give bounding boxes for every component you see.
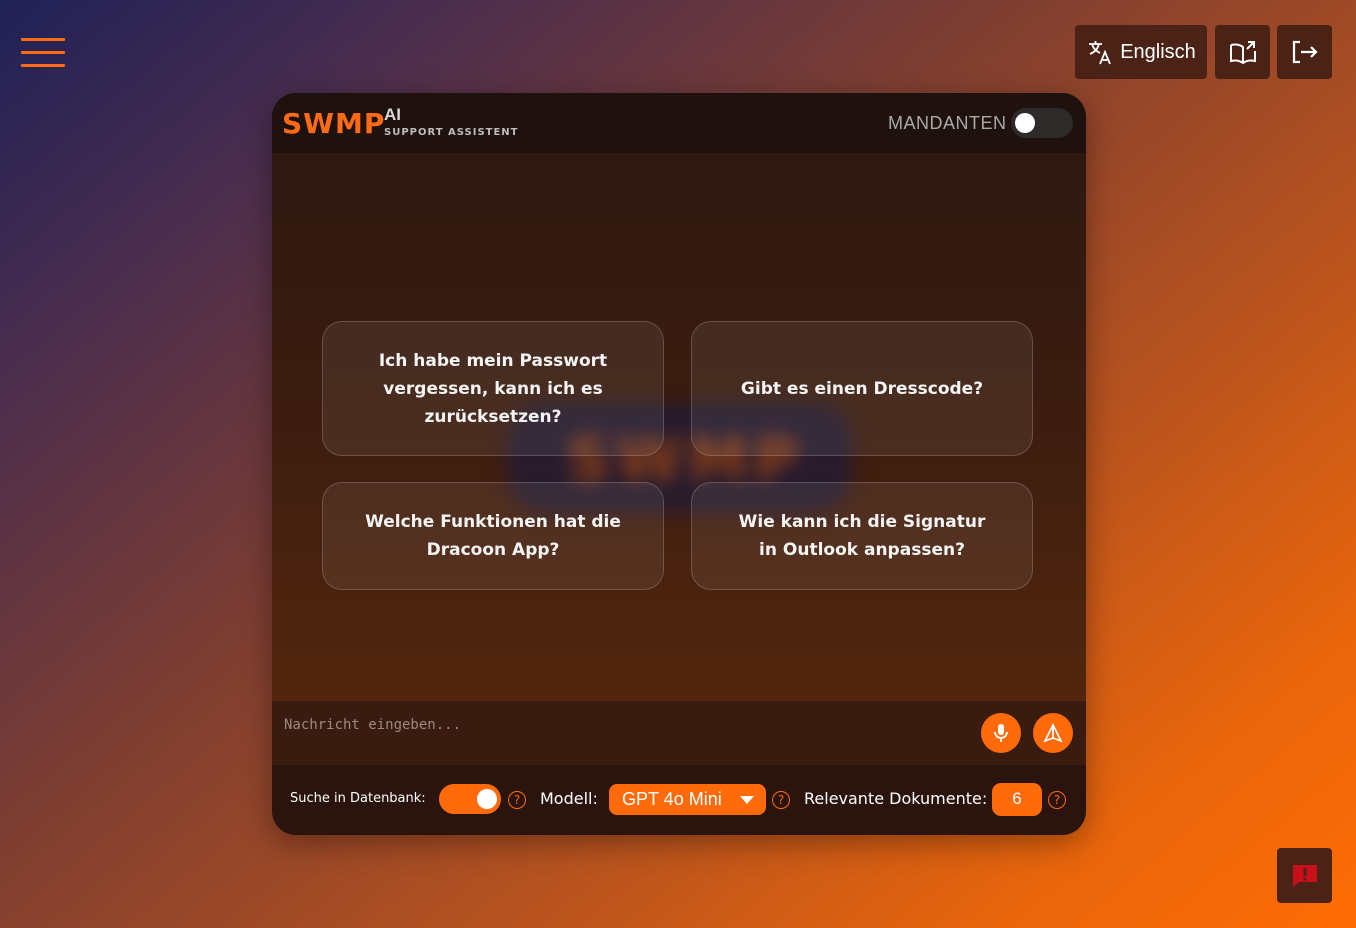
report-icon xyxy=(1292,864,1317,887)
translate-icon xyxy=(1089,41,1112,65)
logout-button[interactable] xyxy=(1277,25,1332,79)
suggestion-card[interactable]: Gibt es einen Dresscode? xyxy=(691,321,1033,456)
chat-header: SWMP AI SUPPORT ASSISTENT MANDANTEN xyxy=(272,93,1086,153)
microphone-icon xyxy=(994,724,1008,742)
db-search-toggle[interactable] xyxy=(439,784,501,814)
chevron-down-icon xyxy=(740,796,754,804)
brand-logo: SWMP xyxy=(282,107,386,140)
send-button[interactable] xyxy=(1033,713,1073,753)
docs-count-input[interactable]: 6 xyxy=(992,783,1042,816)
feedback-button[interactable] xyxy=(1277,848,1332,903)
menu-icon[interactable] xyxy=(21,38,65,68)
language-label: Englisch xyxy=(1120,40,1196,63)
toggle-knob xyxy=(477,789,497,809)
model-label: Modell: xyxy=(540,789,598,808)
model-value: GPT 4o Mini xyxy=(622,789,722,809)
documentation-button[interactable] xyxy=(1215,25,1270,79)
book-open-icon xyxy=(1229,41,1256,65)
suggestion-card[interactable]: Wie kann ich die Signatur in Outlook anp… xyxy=(691,482,1033,590)
settings-bar: Suche in Datenbank: ? Modell: GPT 4o Min… xyxy=(272,765,1086,835)
help-icon[interactable]: ? xyxy=(508,791,526,809)
toggle-knob xyxy=(1015,113,1035,133)
brand-ai: AI xyxy=(384,105,401,124)
microphone-button[interactable] xyxy=(981,713,1021,753)
suggestion-card[interactable]: Ich habe mein Passwort vergessen, kann i… xyxy=(322,321,664,456)
mandanten-label: MANDANTEN xyxy=(888,113,1007,133)
help-icon[interactable]: ? xyxy=(772,791,790,809)
message-input[interactable] xyxy=(282,709,966,741)
message-composer xyxy=(272,701,1086,765)
language-button[interactable]: Englisch xyxy=(1075,25,1207,79)
brand-subtitle: SUPPORT ASSISTENT xyxy=(384,127,519,138)
mandanten-toggle[interactable] xyxy=(1011,108,1073,138)
chat-card: SWMP AI SUPPORT ASSISTENT MANDANTEN SWMP… xyxy=(272,93,1086,835)
help-icon[interactable]: ? xyxy=(1048,791,1066,809)
docs-label: Relevante Dokumente: xyxy=(804,789,988,808)
db-search-label: Suche in Datenbank: xyxy=(290,791,426,806)
suggestion-card[interactable]: Welche Funktionen hat die Dracoon App? xyxy=(322,482,664,590)
logout-icon xyxy=(1292,40,1318,64)
send-icon xyxy=(1043,723,1063,743)
model-select[interactable]: GPT 4o Mini xyxy=(609,784,766,815)
